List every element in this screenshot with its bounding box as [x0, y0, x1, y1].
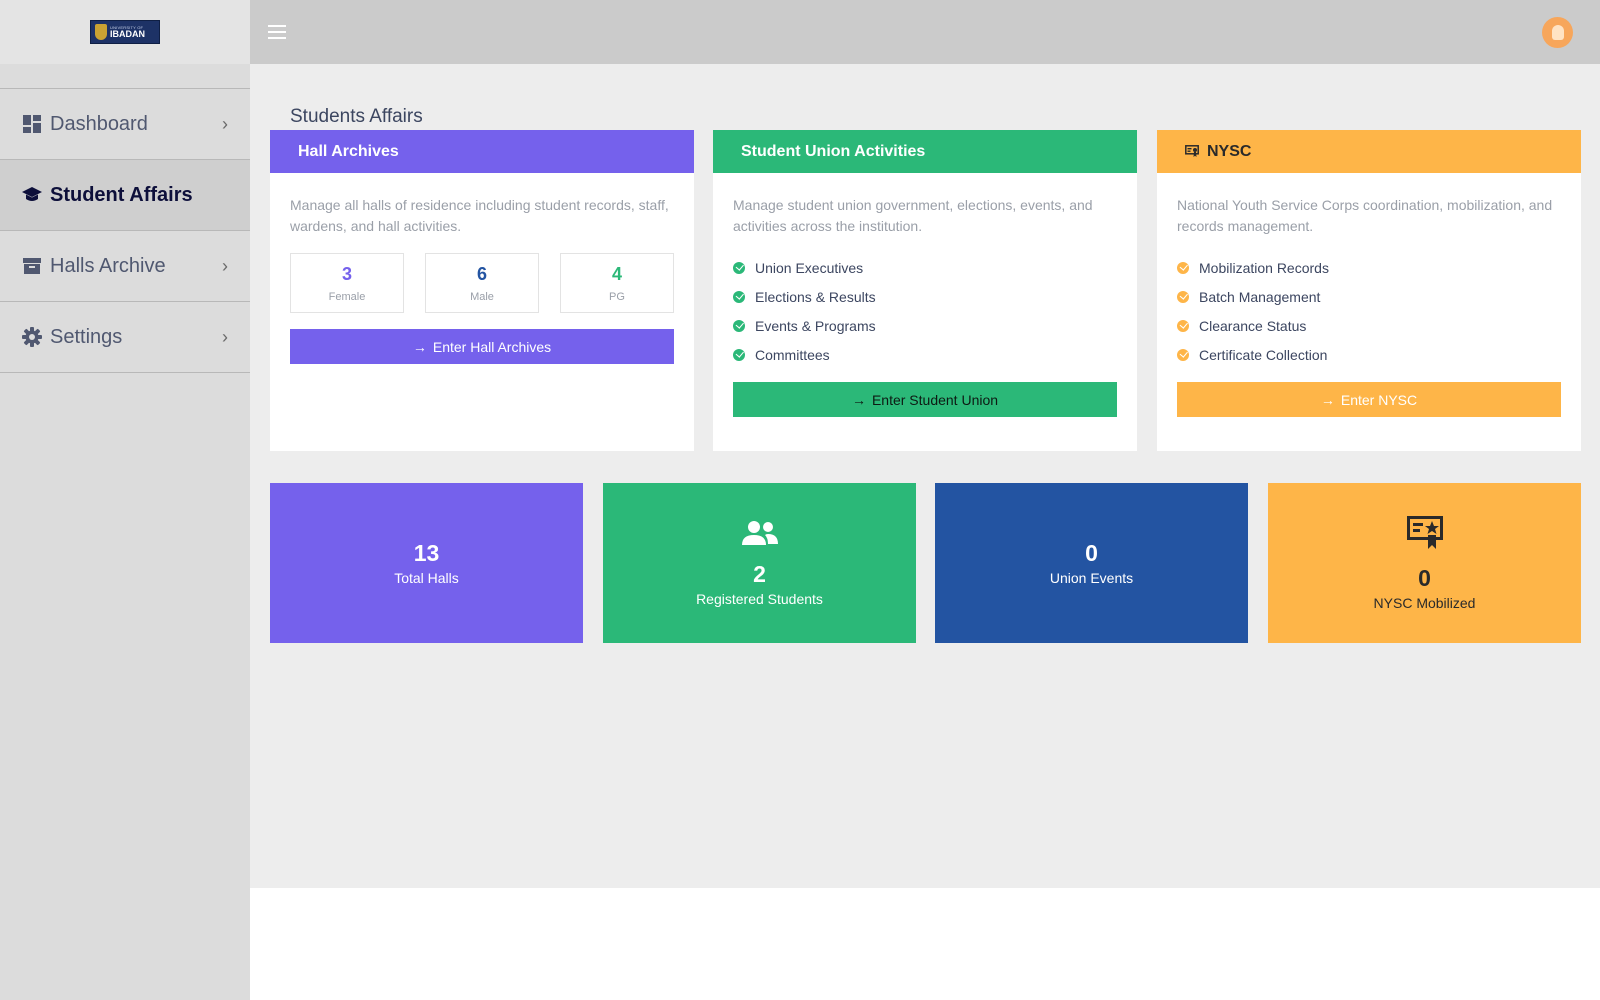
list-item: Committees [733, 340, 1117, 369]
sidebar-item-settings[interactable]: Settings › [0, 302, 250, 373]
archive-icon [22, 256, 42, 276]
chevron-right-icon: › [222, 326, 228, 347]
check-circle-icon [1177, 348, 1189, 361]
sidebar-item-dashboard[interactable]: Dashboard › [0, 89, 250, 160]
card-description: Manage all halls of residence including … [290, 197, 669, 234]
users-icon [741, 520, 779, 551]
chevron-right-icon: › [222, 255, 228, 276]
tile-label: NYSC Mobilized [1373, 594, 1476, 611]
sidebar-item-label: Halls Archive [50, 254, 166, 277]
sidebar-brand: UNIVERSITY OF IBADAN [0, 0, 250, 64]
list-item: Certificate Collection [1177, 340, 1561, 369]
sidebar: UNIVERSITY OF IBADAN Dashboard › Student… [0, 0, 250, 1000]
hamburger-menu-icon[interactable] [268, 25, 286, 39]
stat-label: Female [328, 290, 366, 303]
card-title: Student Union Activities [741, 142, 926, 160]
check-circle-icon [733, 348, 745, 361]
list-item: Mobilization Records [1177, 253, 1561, 282]
chevron-right-icon: › [222, 113, 228, 134]
list-item: Batch Management [1177, 282, 1561, 311]
list-item: Events & Programs [733, 311, 1117, 340]
stat-label: Male [470, 290, 494, 303]
registered-students-tile[interactable]: 2 Registered Students [603, 483, 916, 643]
arrow-right-icon: → [851, 391, 866, 408]
footer [250, 888, 1600, 1000]
list-item: Clearance Status [1177, 311, 1561, 340]
arrow-right-icon: → [412, 338, 427, 355]
button-label: Enter Hall Archives [432, 338, 552, 355]
check-circle-icon [733, 261, 745, 274]
tile-label: Registered Students [696, 590, 823, 607]
nysc-card-header: NYSC [1157, 130, 1581, 173]
graduation-cap-icon [22, 185, 42, 205]
university-logo[interactable]: UNIVERSITY OF IBADAN [90, 20, 160, 44]
certificate-icon [1185, 145, 1199, 158]
enter-nysc-button[interactable]: → Enter NYSC [1177, 382, 1561, 417]
enter-hall-archives-button[interactable]: → Enter Hall Archives [290, 329, 674, 364]
tile-label: Total Halls [394, 570, 459, 586]
list-item: Elections & Results [733, 282, 1117, 311]
logo-big-text: IBADAN [110, 28, 145, 39]
crest-icon [95, 24, 107, 40]
check-circle-icon [1177, 261, 1189, 274]
total-halls-tile[interactable]: 13 Total Halls [270, 483, 583, 643]
card-description: National Youth Service Corps coordinatio… [1177, 197, 1553, 234]
student-union-card: Student Union Activities Manage student … [713, 130, 1137, 451]
page-title: Students Affairs [290, 106, 423, 127]
sidebar-item-label: Settings [50, 325, 123, 348]
tile-value: 0 [1418, 564, 1431, 591]
tile-value: 2 [753, 560, 766, 587]
check-circle-icon [1177, 290, 1189, 303]
stat-value: 6 [476, 263, 487, 284]
tile-value: 0 [1085, 540, 1098, 566]
sidebar-item-label: Dashboard [50, 112, 148, 135]
button-label: Enter Student Union [871, 391, 999, 408]
certificate-icon [1406, 515, 1443, 555]
tile-value: 13 [413, 540, 440, 566]
check-circle-icon [1177, 319, 1189, 332]
arrow-right-icon: → [1320, 391, 1335, 408]
button-label: Enter NYSC [1340, 391, 1418, 408]
sidebar-nav: Dashboard › Student Affairs Halls Archiv… [0, 88, 250, 373]
stat-value: 3 [341, 263, 352, 284]
sidebar-item-student-affairs[interactable]: Student Affairs [0, 160, 250, 231]
list-item: Union Executives [733, 253, 1117, 282]
nysc-card: NYSC National Youth Service Corps coordi… [1157, 130, 1581, 451]
gear-icon [22, 327, 42, 347]
student-union-card-header: Student Union Activities [713, 130, 1137, 173]
stat-value: 4 [611, 263, 622, 284]
check-circle-icon [733, 290, 745, 303]
dashboard-icon [22, 114, 42, 134]
user-avatar-icon[interactable] [1542, 17, 1573, 48]
hall-archives-card-header: Hall Archives [270, 130, 694, 173]
nysc-feature-list: Mobilization Records Batch Management Cl… [1177, 253, 1561, 369]
enter-student-union-button[interactable]: → Enter Student Union [733, 382, 1117, 417]
tile-label: Union Events [1049, 570, 1134, 586]
card-title: Hall Archives [298, 142, 399, 160]
union-feature-list: Union Executives Elections & Results Eve… [733, 253, 1117, 369]
nysc-mobilized-tile[interactable]: 0 NYSC Mobilized [1268, 483, 1581, 643]
sidebar-item-label: Student Affairs [50, 183, 193, 206]
topbar [250, 0, 1600, 64]
hall-archives-card: Hall Archives Manage all halls of reside… [270, 130, 694, 451]
stat-pg: 4 PG [560, 253, 674, 313]
sidebar-item-halls-archive[interactable]: Halls Archive › [0, 231, 250, 302]
hall-stats: 3 Female 6 Male 4 PG [290, 253, 674, 313]
union-events-tile[interactable]: 0 Union Events [935, 483, 1248, 643]
stat-label: PG [609, 290, 625, 303]
card-title: NYSC [1207, 142, 1252, 160]
stat-female: 3 Female [290, 253, 404, 313]
stat-male: 6 Male [425, 253, 539, 313]
card-description: Manage student union government, electio… [733, 197, 1093, 234]
check-circle-icon [733, 319, 745, 332]
